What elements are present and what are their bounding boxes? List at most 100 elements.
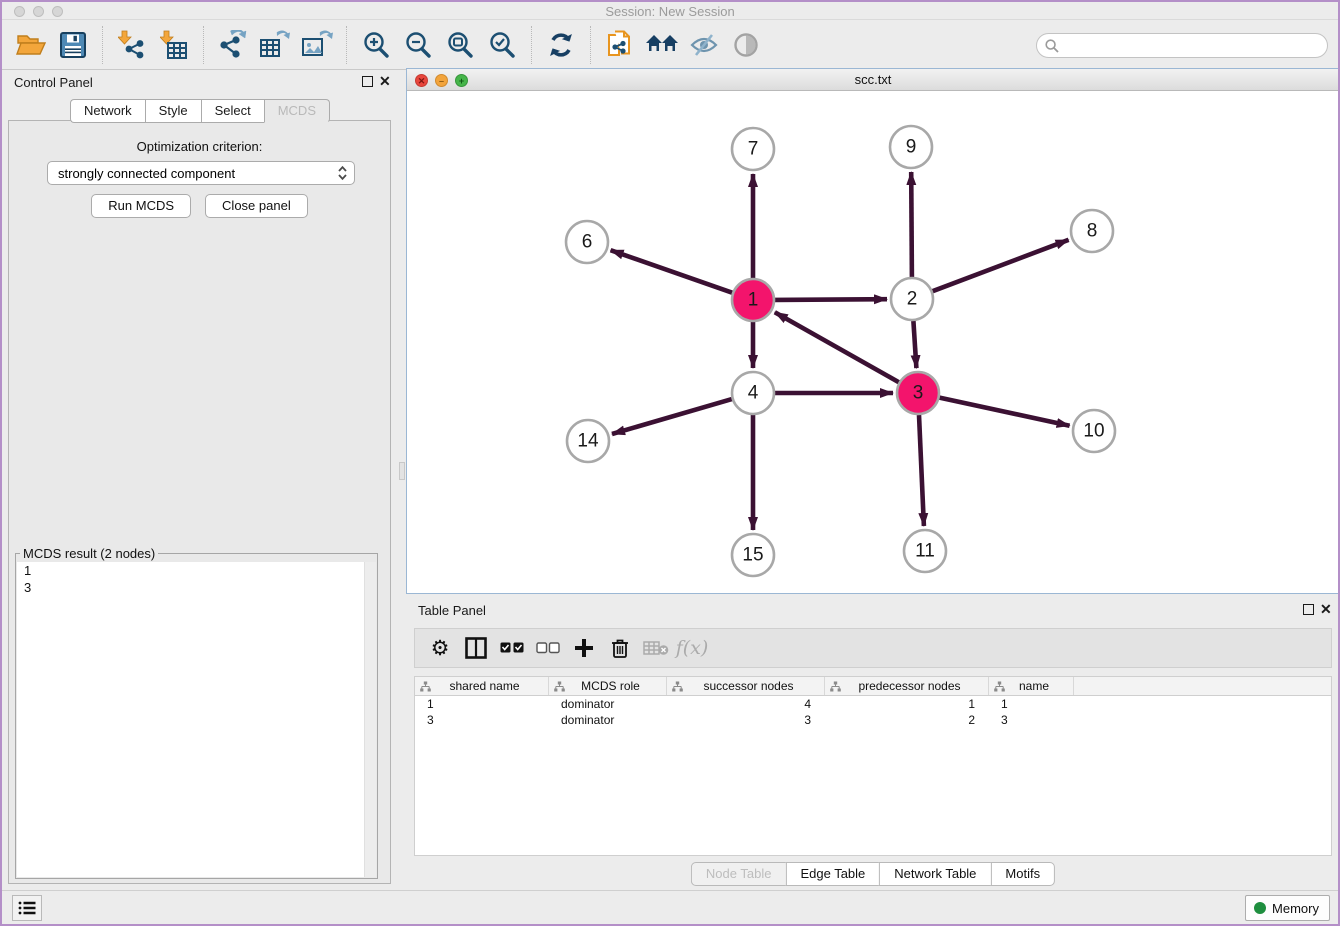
vertical-split-grip[interactable] [399, 462, 405, 480]
toolbar-separator [102, 26, 103, 64]
tab-select[interactable]: Select [201, 99, 264, 123]
graph-node-4[interactable]: 4 [732, 372, 774, 414]
graph-node-14[interactable]: 14 [567, 420, 609, 462]
graphics-detail-eye-icon [733, 32, 759, 58]
tab-mcds[interactable]: MCDS [264, 99, 330, 123]
import-table-button[interactable] [156, 27, 192, 63]
graph-node-10[interactable]: 10 [1073, 410, 1115, 452]
table-cell: dominator [549, 712, 667, 728]
import-network-button[interactable] [114, 27, 150, 63]
tab-network-table[interactable]: Network Table [879, 862, 990, 886]
function-builder-button[interactable]: f(x) [677, 633, 707, 663]
edge-3-11[interactable] [919, 415, 924, 526]
node-label: 2 [907, 289, 918, 310]
apply-layout-button[interactable] [543, 27, 579, 63]
graph-node-9[interactable]: 9 [890, 126, 932, 168]
fx-icon: f(x) [676, 637, 709, 659]
close-panel-button[interactable]: Close panel [205, 194, 308, 218]
tab-edge-table[interactable]: Edge Table [785, 862, 879, 886]
delete-row-button[interactable] [605, 633, 635, 663]
node-label: 15 [742, 545, 763, 566]
network-canvas[interactable]: 7 9 6 8 1 2 4 3 14 10 15 11 [407, 91, 1339, 593]
edge-2-3[interactable] [913, 321, 916, 368]
close-panel-icon[interactable]: ✕ [379, 73, 391, 90]
graph-node-11[interactable]: 11 [904, 530, 946, 572]
node-table[interactable]: shared nameMCDS rolesuccessor nodesprede… [414, 676, 1332, 856]
zoom-selected-button[interactable] [484, 27, 520, 63]
table-panel-title: Table Panel [418, 603, 486, 618]
zoom-in-button[interactable] [358, 27, 394, 63]
float-panel-icon[interactable] [362, 76, 373, 87]
tab-network[interactable]: Network [70, 99, 145, 123]
export-image-button[interactable] [299, 27, 335, 63]
delete-table-button[interactable] [641, 633, 671, 663]
column-label: name [1005, 679, 1073, 693]
export-network-button[interactable] [215, 27, 251, 63]
column-header-name[interactable]: name [989, 677, 1074, 695]
result-scrollbar[interactable] [364, 562, 376, 877]
table-cell: 4 [667, 696, 825, 712]
show-graphics-details-button[interactable] [728, 27, 764, 63]
edge-4-14[interactable] [612, 399, 732, 434]
zoom-fit-button[interactable] [442, 27, 478, 63]
add-row-button[interactable] [569, 633, 599, 663]
search-icon [1045, 39, 1059, 53]
graph-node-7[interactable]: 7 [732, 128, 774, 170]
tab-motifs[interactable]: Motifs [990, 862, 1055, 886]
column-header-successor-nodes[interactable]: successor nodes [667, 677, 825, 695]
graph-node-15[interactable]: 15 [732, 534, 774, 576]
table-row[interactable]: 1dominator411 [415, 696, 1331, 712]
table-cell: 3 [415, 712, 549, 728]
clone-network-button[interactable] [602, 27, 638, 63]
mcds-result-textarea[interactable]: 13 [17, 562, 376, 877]
dropdown-value: strongly connected component [58, 166, 337, 181]
edge-3-1[interactable] [775, 312, 899, 382]
column-header-MCDS-role[interactable]: MCDS role [549, 677, 667, 695]
table-cell: 1 [989, 696, 1074, 712]
edge-1-2[interactable] [775, 299, 887, 300]
table-tabs: Node TableEdge TableNetwork TableMotifs [691, 862, 1055, 886]
memory-status-icon [1254, 902, 1266, 914]
table-toolbar: ⚙ f(x) [414, 628, 1332, 668]
tab-style[interactable]: Style [145, 99, 201, 123]
float-table-panel-icon[interactable] [1303, 604, 1314, 615]
graph-node-1[interactable]: 1 [732, 279, 774, 321]
hide-selected-button[interactable] [686, 27, 722, 63]
task-history-button[interactable] [12, 895, 42, 921]
select-all-button[interactable] [497, 633, 527, 663]
tab-node-table[interactable]: Node Table [691, 862, 786, 886]
zoom-in-icon [362, 31, 390, 59]
edge-3-10[interactable] [940, 398, 1070, 426]
column-header-predecessor-nodes[interactable]: predecessor nodes [825, 677, 989, 695]
plus-icon [574, 638, 594, 658]
search-box[interactable] [1036, 33, 1328, 58]
export-table-button[interactable] [257, 27, 293, 63]
graph-svg: 7 9 6 8 1 2 4 3 14 10 15 11 [407, 91, 1339, 594]
table-settings-button[interactable]: ⚙ [425, 633, 455, 663]
memory-button[interactable]: Memory [1245, 895, 1330, 921]
edge-2-8[interactable] [933, 240, 1069, 291]
search-input[interactable] [1064, 39, 1327, 53]
graph-node-2[interactable]: 2 [891, 278, 933, 320]
close-table-panel-icon[interactable]: ✕ [1320, 601, 1332, 618]
table-row[interactable]: 3dominator323 [415, 712, 1331, 728]
column-panel-button[interactable] [461, 633, 491, 663]
open-session-button[interactable] [13, 27, 49, 63]
deselect-all-button[interactable] [533, 633, 563, 663]
save-session-button[interactable] [55, 27, 91, 63]
edge-1-6[interactable] [611, 250, 733, 293]
application-window: Session: New Session [0, 0, 1340, 926]
graph-node-8[interactable]: 8 [1071, 210, 1113, 252]
first-neighbors-button[interactable] [644, 27, 680, 63]
run-mcds-button[interactable]: Run MCDS [91, 194, 191, 218]
table-header-row: shared nameMCDS rolesuccessor nodesprede… [415, 677, 1331, 696]
zoom-out-button[interactable] [400, 27, 436, 63]
graph-node-3[interactable]: 3 [897, 372, 939, 414]
result-line: 1 [17, 562, 376, 579]
home-houses-icon [645, 32, 679, 58]
edge-2-9[interactable] [911, 172, 912, 277]
mcds-result-title: MCDS result (2 nodes) [20, 546, 158, 561]
column-header-shared-name[interactable]: shared name [415, 677, 549, 695]
graph-node-6[interactable]: 6 [566, 221, 608, 263]
optimization-criterion-dropdown[interactable]: strongly connected component [47, 161, 355, 185]
